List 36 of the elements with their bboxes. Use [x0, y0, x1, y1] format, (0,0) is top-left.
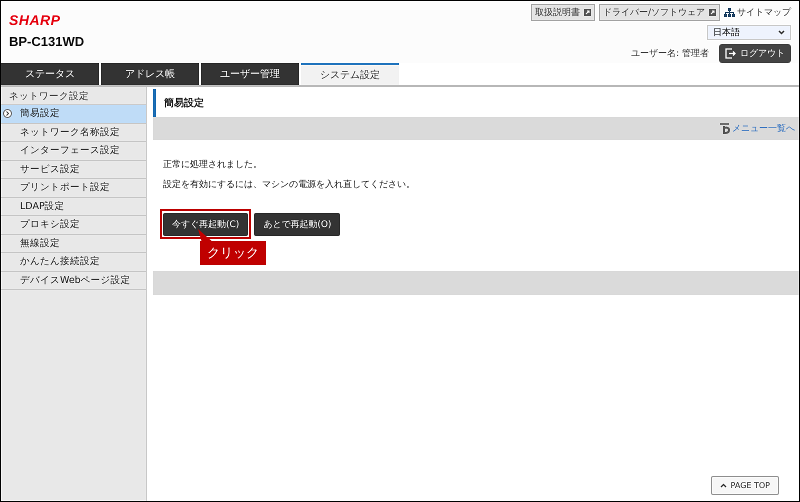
sitemap-link[interactable]: サイトマップ [724, 6, 791, 19]
external-link-icon [709, 9, 716, 16]
brand-logo: SHARP [9, 12, 62, 28]
sidebar-item[interactable]: サービス設定 [1, 160, 146, 179]
callout-label: クリック [207, 245, 259, 262]
caret-up-icon [720, 483, 727, 488]
nav-tab[interactable]: システム設定 [301, 63, 399, 85]
language-select[interactable]: 日本語 [707, 25, 791, 40]
user-name: ユーザー名: 管理者 [631, 48, 709, 60]
model-name: BP-C131WD [9, 34, 84, 49]
sidebar-item[interactable]: デバイスWebページ設定 [1, 272, 146, 290]
manual-link[interactable]: ドライバー/ソフトウェア [598, 4, 720, 21]
sidebar-item[interactable]: ネットワーク名称設定 [1, 124, 146, 142]
restart-button[interactable]: 今すぐ再起動(C) [163, 213, 248, 236]
status-message: 正常に処理されました。 [163, 158, 263, 171]
nav-tab[interactable]: アドレス帳 [101, 63, 199, 85]
status-message: 設定を有効にするには、マシンの電源を入れ直してください。 [163, 178, 416, 191]
chevron-icon [3, 109, 12, 118]
external-link-icon [584, 9, 591, 16]
logout-icon [725, 48, 736, 59]
sidebar-item[interactable]: 簡易設定 [1, 105, 146, 124]
manual-link[interactable]: 取扱説明書 [530, 4, 595, 21]
sidebar-item[interactable]: LDAP設定 [1, 198, 146, 216]
sidebar-item[interactable]: インターフェース設定 [1, 142, 146, 160]
logout-button[interactable]: ログアウト [719, 44, 791, 63]
nav-tab[interactable]: ステータス [1, 63, 99, 85]
sitemap-icon [724, 8, 735, 17]
sidebar-item[interactable]: プロキシ設定 [1, 216, 146, 234]
nav-tab[interactable]: ユーザー管理 [201, 63, 299, 85]
menu-link[interactable]: メニュー一覧へ [719, 122, 795, 135]
sidebar-item[interactable]: かんたん接続設定 [1, 253, 146, 272]
page-top-button[interactable]: PAGE TOP [710, 476, 779, 495]
restart-button[interactable]: あとで再起動(O) [254, 212, 340, 236]
sidebar-item[interactable]: 無線設定 [1, 234, 146, 253]
caret-icon [778, 30, 785, 35]
sidebar-item[interactable]: プリントポート設定 [1, 179, 146, 198]
